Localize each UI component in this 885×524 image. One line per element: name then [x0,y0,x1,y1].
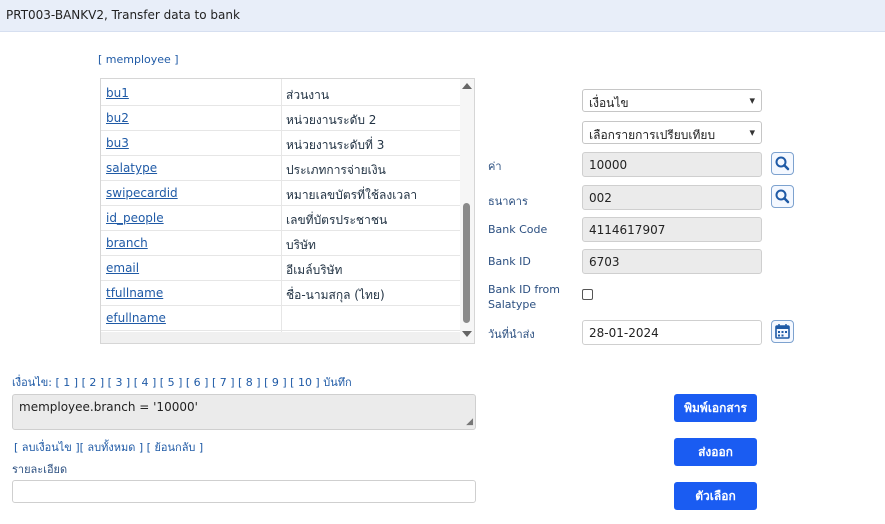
field-name-link[interactable]: bu1 [106,86,129,100]
bank-id-from-salatype-label: Bank ID from [488,283,560,296]
field-name-link[interactable]: salatype [106,161,157,175]
list-item[interactable]: tfullname ชื่อ-นามสกุล (ไทย) [101,281,461,306]
send-date-field[interactable]: 28-01-2024 [582,320,762,345]
field-name-link[interactable]: id_people [106,211,164,225]
list-item[interactable]: swipecardid หมายเลขบัตรที่ใช้ลงเวลา [101,181,461,206]
field-description: เลขที่บัตรประชาชน [286,213,388,227]
list-scrollbar[interactable] [460,79,474,343]
bank-id-field-text: 6703 [589,255,620,269]
field-name-link[interactable]: swipecardid [106,186,178,200]
chevron-down-icon: ▾ [749,126,755,139]
bank-field-text: 002 [589,191,612,205]
list-item[interactable]: bu2 หน่วยงานระดับ 2 [101,106,461,131]
send-date-field-text: 28-01-2024 [589,326,659,340]
field-description: ชื่อ-นามสกุล (ไทย) [286,288,385,302]
send-date-calendar-button[interactable] [771,320,794,343]
scroll-thumb[interactable] [463,203,470,323]
bank-id-from-salatype-checkbox[interactable] [582,289,593,300]
condition-action-links[interactable]: [ ลบเงื่อนไข ][ ลบทั้งหมด ] [ ย้อนกลับ ] [14,438,203,456]
field-description: หมายเลขบัตรที่ใช้ลงเวลา [286,188,418,202]
field-name-link[interactable]: bu2 [106,111,129,125]
condition-slot-links[interactable]: เงื่อนไข: [ 1 ] [ 2 ] [ 3 ] [ 4 ] [ 5 ] … [12,373,352,391]
bank-search-button[interactable] [771,185,794,208]
compare-select-value: เลือกรายการเปรียบเทียบ [589,128,716,142]
value-field-text: 10000 [589,158,628,172]
resize-handle-icon[interactable]: ◢ [466,417,473,427]
list-item[interactable]: branch บริษัท [101,231,461,256]
export-button[interactable]: ส่งออก [674,438,757,466]
window-titlebar: PRT003-BANKV2, Transfer data to bank [0,0,885,32]
field-name-link[interactable]: email [106,261,139,275]
send-date-label: วันที่นำส่ง [488,328,535,341]
value-field[interactable]: 10000 [582,152,762,177]
field-description: อีเมล์บริษัท [286,263,343,277]
detail-input[interactable] [12,480,476,503]
detail-label: รายละเอียด [12,463,68,476]
field-description: ประเภทการจ่ายเงิน [286,163,386,177]
list-item[interactable]: id_people เลขที่บัตรประชาชน [101,206,461,231]
list-item[interactable]: bu3 หน่วยงานระดับที่ 3 [101,131,461,156]
search-icon [775,156,790,171]
list-item[interactable]: bu1 ส่วนงาน [101,81,461,106]
value-label: ค่า [488,160,502,173]
condition-textarea[interactable]: memployee.branch = '10000' ◢ [12,394,476,430]
window-title: PRT003-BANKV2, Transfer data to bank [6,8,240,22]
field-name-link[interactable]: branch [106,236,148,250]
search-icon [775,189,790,204]
list-item[interactable]: email อีเมล์บริษัท [101,256,461,281]
value-search-button[interactable] [771,152,794,175]
list-item[interactable]: salatype ประเภทการจ่ายเงิน [101,156,461,181]
compare-select[interactable]: เลือกรายการเปรียบเทียบ ▾ [582,121,762,144]
bank-code-label: Bank Code [488,223,548,236]
field-list: bu1 ส่วนงาน bu2 หน่วยงานระดับ 2 bu3 หน่ว… [100,78,475,344]
field-description: หน่วยงานระดับ 2 [286,113,377,127]
field-name-link[interactable]: efullname [106,311,166,325]
list-footer [101,332,461,343]
scroll-up-arrow-icon[interactable] [462,83,472,89]
field-name-link[interactable]: bu3 [106,136,129,150]
bank-field[interactable]: 002 [582,185,762,210]
list-item[interactable]: efullname [101,306,461,331]
bank-label: ธนาคาร [488,195,528,208]
condition-select[interactable]: เงื่อนไข ▾ [582,89,762,112]
memployee-table-link[interactable]: [ memployee ] [98,53,179,66]
scroll-down-arrow-icon[interactable] [462,331,472,337]
print-document-button[interactable]: พิมพ์เอกสาร [674,394,757,422]
options-button[interactable]: ตัวเลือก [674,482,757,510]
condition-textarea-text: memployee.branch = '10000' [19,400,198,414]
field-name-link[interactable]: tfullname [106,286,163,300]
field-description: บริษัท [286,238,316,252]
bank-code-field[interactable]: 4114617907 [582,217,762,242]
condition-select-value: เงื่อนไข [589,96,629,110]
bank-id-label: Bank ID [488,255,531,268]
calendar-icon [775,324,790,339]
bank-id-field[interactable]: 6703 [582,249,762,274]
chevron-down-icon: ▾ [749,94,755,107]
field-description: ส่วนงาน [286,88,330,102]
bank-id-from-salatype-label-2: Salatype [488,298,537,311]
field-description: หน่วยงานระดับที่ 3 [286,138,385,152]
bank-code-field-text: 4114617907 [589,223,666,237]
